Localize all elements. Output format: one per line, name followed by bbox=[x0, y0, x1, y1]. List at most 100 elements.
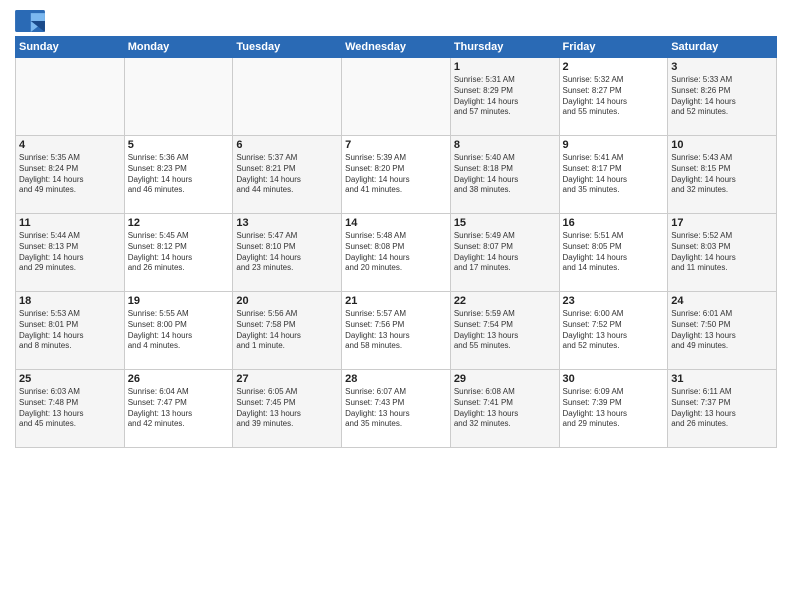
calendar-week-5: 25 Sunrise: 6:03 AM Sunset: 7:48 PM Dayli… bbox=[16, 370, 777, 448]
calendar-cell: 23 Sunrise: 6:00 AM Sunset: 7:52 PM Dayli… bbox=[559, 292, 668, 370]
date-number: 5 bbox=[128, 139, 230, 151]
date-number: 21 bbox=[345, 295, 447, 307]
calendar-cell: 14Sunrise: 5:48 AM Sunset: 8:08 PM Dayli… bbox=[342, 214, 451, 292]
calendar-cell: 28Sunrise: 6:07 AM Sunset: 7:43 PM Dayli… bbox=[342, 370, 451, 448]
cell-info: Sunrise: 5:53 AM Sunset: 8:01 PM Dayligh… bbox=[19, 309, 121, 352]
calendar-cell: 2 Sunrise: 5:32 AM Sunset: 8:27 PM Daylig… bbox=[559, 58, 668, 136]
date-number: 4 bbox=[19, 139, 121, 151]
date-number: 9 bbox=[563, 139, 665, 151]
cell-info: Sunrise: 5:51 AM Sunset: 8:05 PM Dayligh… bbox=[563, 231, 665, 274]
header bbox=[15, 10, 777, 32]
date-number: 22 bbox=[454, 295, 556, 307]
date-number: 13 bbox=[236, 217, 338, 229]
cell-info: Sunrise: 5:37 AM Sunset: 8:21 PM Dayligh… bbox=[236, 153, 338, 196]
day-header-monday: Monday bbox=[124, 37, 233, 58]
calendar-cell: 11 Sunrise: 5:44 AM Sunset: 8:13 PM Dayli… bbox=[16, 214, 125, 292]
date-number: 31 bbox=[671, 373, 773, 385]
date-number: 24 bbox=[671, 295, 773, 307]
calendar-header-row: SundayMondayTuesdayWednesdayThursdayFrid… bbox=[16, 37, 777, 58]
cell-info: Sunrise: 6:04 AM Sunset: 7:47 PM Dayligh… bbox=[128, 387, 230, 430]
date-number: 15 bbox=[454, 217, 556, 229]
calendar-cell: 8 Sunrise: 5:40 AM Sunset: 8:18 PM Daylig… bbox=[450, 136, 559, 214]
date-number: 3 bbox=[671, 61, 773, 73]
calendar-cell: 21 Sunrise: 5:57 AM Sunset: 7:56 PM Dayli… bbox=[342, 292, 451, 370]
calendar-cell: 30Sunrise: 6:09 AM Sunset: 7:39 PM Dayli… bbox=[559, 370, 668, 448]
date-number: 29 bbox=[454, 373, 556, 385]
calendar-cell: 18 Sunrise: 5:53 AM Sunset: 8:01 PM Dayli… bbox=[16, 292, 125, 370]
cell-info: Sunrise: 5:49 AM Sunset: 8:07 PM Dayligh… bbox=[454, 231, 556, 274]
cell-info: Sunrise: 5:40 AM Sunset: 8:18 PM Dayligh… bbox=[454, 153, 556, 196]
date-number: 7 bbox=[345, 139, 447, 151]
calendar-week-4: 18 Sunrise: 5:53 AM Sunset: 8:01 PM Dayli… bbox=[16, 292, 777, 370]
calendar-cell: 19 Sunrise: 5:55 AM Sunset: 8:00 PM Dayli… bbox=[124, 292, 233, 370]
day-header-saturday: Saturday bbox=[668, 37, 777, 58]
calendar-cell bbox=[16, 58, 125, 136]
date-number: 6 bbox=[236, 139, 338, 151]
calendar-cell: 3 Sunrise: 5:33 AM Sunset: 8:26 PM Daylig… bbox=[668, 58, 777, 136]
cell-info: Sunrise: 5:56 AM Sunset: 7:58 PM Dayligh… bbox=[236, 309, 338, 352]
calendar-cell: 13 Sunrise: 5:47 AM Sunset: 8:10 PM Dayli… bbox=[233, 214, 342, 292]
cell-info: Sunrise: 5:32 AM Sunset: 8:27 PM Dayligh… bbox=[563, 75, 665, 118]
date-number: 1 bbox=[454, 61, 556, 73]
cell-info: Sunrise: 5:39 AM Sunset: 8:20 PM Dayligh… bbox=[345, 153, 447, 196]
calendar-cell bbox=[342, 58, 451, 136]
date-number: 28 bbox=[345, 373, 447, 385]
cell-info: Sunrise: 5:44 AM Sunset: 8:13 PM Dayligh… bbox=[19, 231, 121, 274]
cell-info: Sunrise: 5:41 AM Sunset: 8:17 PM Dayligh… bbox=[563, 153, 665, 196]
date-number: 19 bbox=[128, 295, 230, 307]
cell-info: Sunrise: 5:59 AM Sunset: 7:54 PM Dayligh… bbox=[454, 309, 556, 352]
cell-info: Sunrise: 5:35 AM Sunset: 8:24 PM Dayligh… bbox=[19, 153, 121, 196]
cell-info: Sunrise: 5:47 AM Sunset: 8:10 PM Dayligh… bbox=[236, 231, 338, 274]
date-number: 2 bbox=[563, 61, 665, 73]
cell-info: Sunrise: 6:05 AM Sunset: 7:45 PM Dayligh… bbox=[236, 387, 338, 430]
calendar-cell: 10 Sunrise: 5:43 AM Sunset: 8:15 PM Dayli… bbox=[668, 136, 777, 214]
day-header-wednesday: Wednesday bbox=[342, 37, 451, 58]
page-container: SundayMondayTuesdayWednesdayThursdayFrid… bbox=[0, 0, 792, 453]
date-number: 10 bbox=[671, 139, 773, 151]
cell-info: Sunrise: 5:36 AM Sunset: 8:23 PM Dayligh… bbox=[128, 153, 230, 196]
cell-info: Sunrise: 5:43 AM Sunset: 8:15 PM Dayligh… bbox=[671, 153, 773, 196]
calendar-cell: 15 Sunrise: 5:49 AM Sunset: 8:07 PM Dayli… bbox=[450, 214, 559, 292]
calendar-cell: 1 Sunrise: 5:31 AM Sunset: 8:29 PM Daylig… bbox=[450, 58, 559, 136]
cell-info: Sunrise: 5:33 AM Sunset: 8:26 PM Dayligh… bbox=[671, 75, 773, 118]
cell-info: Sunrise: 5:48 AM Sunset: 8:08 PM Dayligh… bbox=[345, 231, 447, 274]
date-number: 17 bbox=[671, 217, 773, 229]
calendar-cell: 16Sunrise: 5:51 AM Sunset: 8:05 PM Dayli… bbox=[559, 214, 668, 292]
calendar-cell: 29 Sunrise: 6:08 AM Sunset: 7:41 PM Dayli… bbox=[450, 370, 559, 448]
cell-info: Sunrise: 6:00 AM Sunset: 7:52 PM Dayligh… bbox=[563, 309, 665, 352]
cell-info: Sunrise: 5:31 AM Sunset: 8:29 PM Dayligh… bbox=[454, 75, 556, 118]
date-number: 12 bbox=[128, 217, 230, 229]
cell-info: Sunrise: 5:55 AM Sunset: 8:00 PM Dayligh… bbox=[128, 309, 230, 352]
calendar-cell: 9 Sunrise: 5:41 AM Sunset: 8:17 PM Daylig… bbox=[559, 136, 668, 214]
cell-info: Sunrise: 6:08 AM Sunset: 7:41 PM Dayligh… bbox=[454, 387, 556, 430]
calendar-cell: 5 Sunrise: 5:36 AM Sunset: 8:23 PM Daylig… bbox=[124, 136, 233, 214]
date-number: 18 bbox=[19, 295, 121, 307]
calendar-cell: 22 Sunrise: 5:59 AM Sunset: 7:54 PM Dayli… bbox=[450, 292, 559, 370]
calendar-cell: 27Sunrise: 6:05 AM Sunset: 7:45 PM Dayli… bbox=[233, 370, 342, 448]
date-number: 25 bbox=[19, 373, 121, 385]
date-number: 20 bbox=[236, 295, 338, 307]
cell-info: Sunrise: 6:03 AM Sunset: 7:48 PM Dayligh… bbox=[19, 387, 121, 430]
date-number: 30 bbox=[563, 373, 665, 385]
logo bbox=[15, 10, 49, 32]
cell-info: Sunrise: 6:01 AM Sunset: 7:50 PM Dayligh… bbox=[671, 309, 773, 352]
calendar-cell bbox=[233, 58, 342, 136]
logo-icon bbox=[15, 10, 45, 32]
calendar-cell: 6 Sunrise: 5:37 AM Sunset: 8:21 PM Daylig… bbox=[233, 136, 342, 214]
calendar-cell: 26 Sunrise: 6:04 AM Sunset: 7:47 PM Dayli… bbox=[124, 370, 233, 448]
calendar-cell: 20 Sunrise: 5:56 AM Sunset: 7:58 PM Dayli… bbox=[233, 292, 342, 370]
cell-info: Sunrise: 5:57 AM Sunset: 7:56 PM Dayligh… bbox=[345, 309, 447, 352]
calendar-week-3: 11 Sunrise: 5:44 AM Sunset: 8:13 PM Dayli… bbox=[16, 214, 777, 292]
day-header-friday: Friday bbox=[559, 37, 668, 58]
calendar-cell: 24 Sunrise: 6:01 AM Sunset: 7:50 PM Dayli… bbox=[668, 292, 777, 370]
cell-info: Sunrise: 5:45 AM Sunset: 8:12 PM Dayligh… bbox=[128, 231, 230, 274]
date-number: 8 bbox=[454, 139, 556, 151]
day-header-thursday: Thursday bbox=[450, 37, 559, 58]
calendar-table: SundayMondayTuesdayWednesdayThursdayFrid… bbox=[15, 36, 777, 448]
date-number: 23 bbox=[563, 295, 665, 307]
date-number: 26 bbox=[128, 373, 230, 385]
calendar-cell: 17Sunrise: 5:52 AM Sunset: 8:03 PM Dayli… bbox=[668, 214, 777, 292]
date-number: 11 bbox=[19, 217, 121, 229]
calendar-cell bbox=[124, 58, 233, 136]
calendar-cell: 7 Sunrise: 5:39 AM Sunset: 8:20 PM Daylig… bbox=[342, 136, 451, 214]
